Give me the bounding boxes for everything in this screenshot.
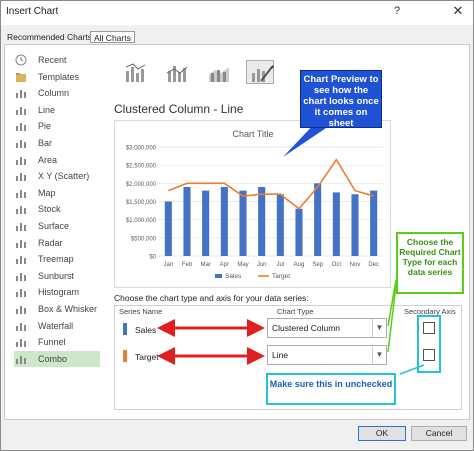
annotation-arrows bbox=[157, 120, 441, 375]
chart-type-callout: Choose the Required Chart Type for each … bbox=[396, 232, 464, 294]
secondary-axis-highlight bbox=[417, 315, 441, 373]
chart-preview-callout: Chart Preview to see how the chart looks… bbox=[300, 70, 382, 129]
secondary-axis-callout: Make sure this in unchecked bbox=[266, 373, 396, 405]
ok-button[interactable]: OK bbox=[358, 426, 406, 441]
cancel-button[interactable]: Cancel bbox=[411, 426, 467, 441]
